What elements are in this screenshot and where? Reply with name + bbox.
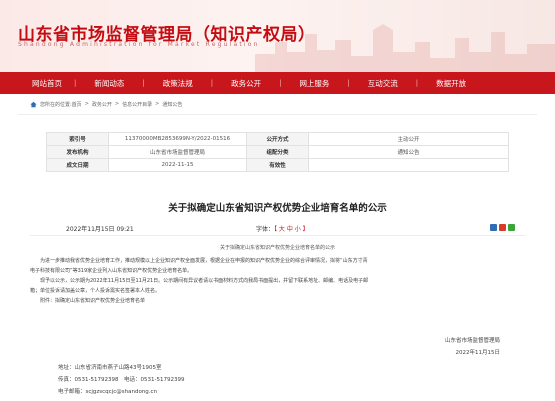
meta-value-date: 2022-11-15	[108, 158, 247, 172]
breadcrumb-separator: >	[114, 101, 120, 107]
breadcrumb-separator: >	[84, 101, 89, 107]
font-size-label: 字体：	[256, 226, 275, 233]
breadcrumb: 您所在的位置:首页 > 政务公开 > 信息公开目录 > 通知公告	[30, 99, 182, 109]
meta-label-index: 索引号	[46, 132, 109, 146]
home-icon	[30, 101, 37, 107]
meta-row: 索引号 11370000MB2853699N-Y/2022-01516 公开方式…	[46, 132, 509, 146]
signature: 山东省市场监督管理局 2022年11月15日	[445, 335, 500, 359]
meta-value-publisher: 山东省市场监督管理局	[108, 145, 247, 159]
font-size-options[interactable]: 【 大 中 小 】	[274, 226, 309, 233]
body-paragraph: 电子科技有限公司”等319家企业列入山东省知识产权优势企业培育名单。	[30, 268, 193, 274]
meta-label-publisher: 发布机构	[46, 145, 109, 159]
body-paragraph: 为进一步推动我省优势企业培育工作，推动规模以上企业知识产权全面发展，根据企业在申…	[40, 258, 368, 264]
attachment-link[interactable]: 附件：拟确定山东省知识产权优势企业培育名单	[30, 296, 525, 306]
nav-item-online-service[interactable]: 网上服务	[281, 78, 347, 89]
site-subtitle: Shandong Administration for Market Regul…	[18, 41, 260, 48]
article-body: 为进一步推动我省优势企业培育工作，推动规模以上企业知识产权全面发展，根据企业在申…	[30, 256, 525, 306]
meta-row: 发布机构 山东省市场监督管理局 组配分类 通知公告	[46, 145, 509, 159]
breadcrumb-item-home[interactable]: 您所在的位置:首页	[40, 101, 82, 108]
nav-item-interaction[interactable]: 互动交流	[350, 78, 416, 89]
signature-date: 2022年11月15日	[455, 350, 501, 356]
publish-datetime: 2022年11月15日 09:21	[66, 226, 134, 233]
article-subhead: 关于拟确定山东省知识产权优势企业培育名单的公示	[219, 245, 335, 251]
meta-value-validity	[308, 158, 509, 172]
meta-row: 成文日期 2022-11-15 有效性	[46, 158, 509, 172]
nav-item-home[interactable]: 网站首页	[20, 78, 74, 89]
contact-info: 地址：山东省济南市燕子山路43号1905室 传真：0531-51792398 电…	[58, 362, 184, 398]
contact-address: 地址：山东省济南市燕子山路43号1905室	[58, 365, 162, 371]
meta-label-validity: 有效性	[246, 158, 309, 172]
wechat-icon[interactable]	[508, 224, 515, 231]
meta-value-index: 11370000MB2853699N-Y/2022-01516	[108, 132, 247, 146]
nav-item-open-data[interactable]: 数据开放	[418, 78, 484, 89]
meta-label-category: 组配分类	[246, 145, 309, 159]
article-info-bar: 2022年11月15日 09:21 字体：【 大 中 小 】	[30, 222, 525, 236]
divider	[18, 114, 537, 115]
meta-value-category: 通知公告	[308, 145, 509, 159]
font-size-control: 字体：【 大 中 小 】	[256, 224, 309, 233]
article-title: 关于拟确定山东省知识产权优势企业培育名单的公示	[168, 203, 387, 214]
meta-label-disclosure: 公开方式	[246, 132, 309, 146]
meta-value-disclosure: 主动公开	[308, 132, 509, 146]
breadcrumb-item-notices[interactable]: 通知公告	[162, 101, 182, 108]
weibo-icon[interactable]	[499, 224, 506, 231]
document-meta-table: 索引号 11370000MB2853699N-Y/2022-01516 公开方式…	[46, 132, 509, 172]
body-paragraph: 现予以公示，公示期为2022年11月15日至11月21日。公示期间有异议者请以书…	[40, 278, 369, 284]
print-icon[interactable]	[490, 224, 497, 231]
signature-org: 山东省市场监督管理局	[444, 338, 500, 344]
nav-item-news[interactable]: 新闻动态	[76, 78, 142, 89]
breadcrumb-separator: >	[155, 101, 160, 107]
breadcrumb-item-gov-affairs[interactable]: 政务公开	[92, 101, 112, 108]
breadcrumb-item-catalog[interactable]: 信息公开目录	[122, 101, 152, 108]
meta-label-date: 成文日期	[46, 158, 109, 172]
contact-email[interactable]: 电子邮箱：scjgzscqcjc@shandong.cn	[58, 386, 184, 398]
nav-item-policy[interactable]: 政策法规	[145, 78, 211, 89]
contact-fax-phone: 传真：0531-51792398 电话：0531-51792399	[58, 377, 185, 383]
share-icons	[490, 224, 515, 231]
body-paragraph: 箱；单位投诉请加盖公章，个人投诉需实名签署本人姓名。	[30, 288, 161, 294]
nav-item-gov-affairs[interactable]: 政务公开	[213, 78, 279, 89]
site-header: 山东省市场监督管理局（知识产权局） Shandong Administratio…	[0, 0, 555, 72]
main-nav: 网站首页 | 新闻动态 | 政策法规 | 政务公开 | 网上服务 | 互动交流 …	[0, 72, 555, 94]
